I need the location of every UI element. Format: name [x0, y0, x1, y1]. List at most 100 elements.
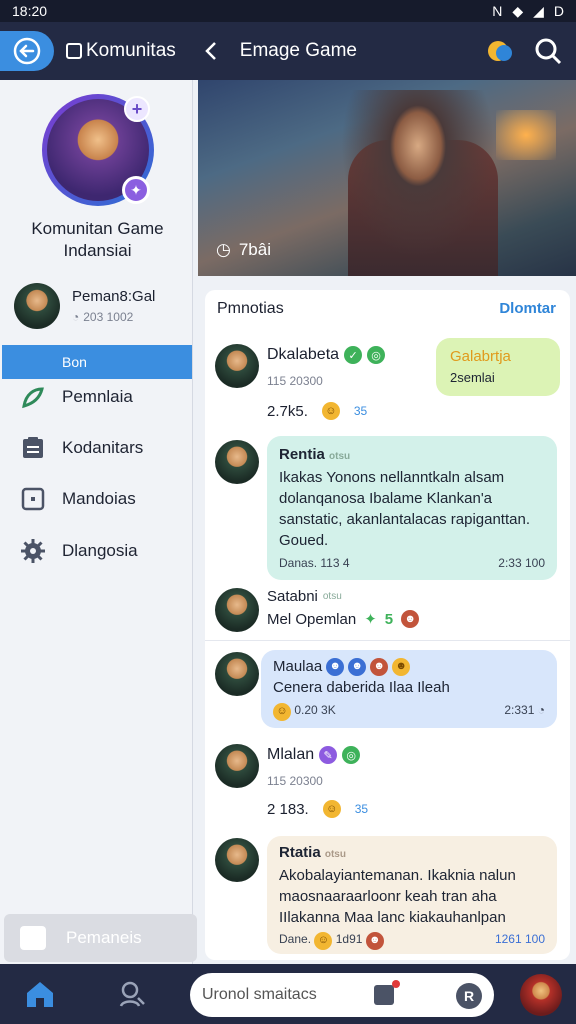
author-name: Rentia: [279, 446, 325, 463]
feed-link[interactable]: Dlomtar: [499, 300, 556, 317]
clock-icon: ◔: [72, 310, 80, 324]
badge-icon: ◎: [367, 346, 386, 364]
community-icon: [66, 43, 82, 59]
status-time: 18:20: [12, 3, 48, 19]
leaf-icon: [22, 387, 44, 409]
page-title: Emage Game: [239, 40, 358, 61]
emoji-icon: ☺: [273, 702, 291, 721]
message-time: 2:33 100: [498, 556, 545, 570]
message-avatar[interactable]: [215, 588, 259, 632]
bottom-avatar[interactable]: [520, 974, 562, 1016]
r-logo-icon[interactable]: R: [456, 983, 482, 1009]
message-meta-left: Dane.: [279, 932, 312, 946]
message-sub: 115 20300: [267, 774, 323, 788]
message-text: Ikakas Yonons nellanntkaln alsam dolanqa…: [279, 469, 530, 549]
emoji-icon: ☻: [365, 931, 384, 950]
message-bubble[interactable]: Galabrtja 2semlai: [436, 338, 560, 396]
message-avatar[interactable]: [215, 744, 259, 788]
clock-icon: ◔: [537, 703, 545, 717]
home-icon[interactable]: [24, 978, 56, 1010]
emoji-icon: ☻: [401, 610, 420, 628]
app-title-text: Komunitas: [86, 40, 176, 61]
sidebar-item-dlangosia[interactable]: Dlangosia: [20, 536, 190, 566]
chevron-left-icon[interactable]: [202, 39, 222, 63]
message-bubble[interactable]: Maulaa ☻ ☻ ☻ ☻ Cenera daberida Ilaa Ileah ☺ …: [261, 650, 557, 728]
divider: [205, 640, 570, 641]
timer-icon: ◷: [216, 240, 231, 259]
sidebar-item-pemnlaia[interactable]: Pemnlaia: [20, 382, 190, 412]
notification-dot-icon: [392, 980, 400, 988]
add-badge-icon[interactable]: +: [124, 96, 150, 122]
message-feed: Pmnotias Dlomtar Dkalabeta ✓ ◎ 115 20300 …: [205, 290, 570, 960]
bottom-nav: Uronol smaitacs R: [0, 964, 576, 1024]
banner-count-text: 7bâi: [238, 240, 271, 259]
search-placeholder: Uronol smaitacs: [202, 986, 317, 1003]
back-button[interactable]: [0, 31, 54, 71]
community-name: Komunitan Game Indansiai: [31, 219, 164, 260]
message-avatar[interactable]: [215, 440, 259, 484]
bubble-name: Galabrtja: [450, 348, 511, 365]
badge-icon: ☻: [392, 657, 411, 676]
message-sub: 115 20300: [267, 374, 323, 388]
user-profile[interactable]: Peman8:Gal ◔ 203 1002: [14, 280, 189, 332]
game-banner-image[interactable]: ◷ 7bâi: [198, 80, 576, 276]
search-input[interactable]: Uronol smaitacs R: [190, 973, 494, 1017]
banner-character: [328, 90, 508, 276]
emoji-icon: ☺: [314, 931, 333, 950]
signal-icon: ◢: [533, 2, 544, 19]
sidebar-item-kodanitars[interactable]: Kodanitars: [20, 433, 190, 463]
profile-icon[interactable]: [116, 978, 148, 1010]
app-title: Komunitas: [66, 40, 176, 62]
author-name: Dkalabeta: [267, 346, 340, 363]
message-bubble[interactable]: Rentia otsu Ikakas Yonons nellanntkaln a…: [267, 436, 557, 580]
sidebar-item-active[interactable]: Bon: [2, 345, 192, 379]
reaction-count: 35: [354, 802, 369, 816]
sidebar-item-label: Pemnlaia: [62, 387, 133, 406]
message-author: Dkalabeta ✓ ◎: [267, 346, 386, 364]
reaction-count: 35: [353, 404, 368, 418]
nfc-icon: N: [492, 3, 503, 19]
author-name: Mlalan: [267, 746, 315, 763]
notes-icon[interactable]: [374, 985, 394, 1005]
message-avatar[interactable]: [215, 344, 259, 388]
user-name: Peman8:Gal: [72, 288, 156, 305]
message-stats: 2 183. ☺ 35: [267, 800, 368, 818]
sidebar-item-label: Dlangosia: [62, 541, 138, 560]
message-stats: Mel Opemlan ✦ 5 ☻: [267, 610, 420, 628]
search-icon[interactable]: [534, 37, 562, 65]
emoji-icon: ☺: [321, 402, 340, 420]
message-avatar[interactable]: [215, 838, 259, 882]
message-text: Cenera daberida Ilaa Ileah: [273, 679, 450, 696]
sidebar-item-label: Kodanitars: [62, 438, 144, 457]
sidebar-item-active-label: Bon: [62, 354, 87, 370]
sidebar-item-mandoias[interactable]: Mandoias: [20, 484, 190, 514]
author-tag: otsu: [322, 591, 342, 602]
square-icon: [21, 487, 45, 511]
message-extra: 5: [384, 610, 394, 628]
message-author: Mlalan ✎ ◎: [267, 746, 361, 764]
user-avatar: [14, 283, 60, 329]
star-badge-icon: ✦: [122, 176, 150, 204]
message-meta-left: 0.20: [294, 703, 318, 717]
author-tag: otsu: [324, 849, 346, 860]
message-avatar[interactable]: [215, 652, 259, 696]
message-meta-left2: 1d91: [335, 932, 363, 946]
top-bar: Komunitas Emage Game: [0, 22, 576, 80]
folder-icon: [20, 926, 46, 950]
badge-icon: ✓: [344, 346, 363, 364]
message-stat: 2 183.: [267, 800, 309, 818]
author-tag: otsu: [329, 451, 351, 462]
message-text: Akobalayiantemanan. Ikaknia nalun maosna…: [279, 867, 516, 926]
sidebar-bottom-label: Pemaneis: [66, 928, 142, 947]
message-meta-left: Danas.: [279, 556, 318, 570]
badge-icon: ◎: [342, 746, 361, 764]
badge-icon: ☻: [326, 657, 345, 676]
back-arrow-icon: [13, 37, 41, 65]
author-name: Rtatia: [279, 844, 321, 861]
sidebar-bottom-button[interactable]: Pemaneis: [4, 914, 197, 962]
message-sub: Mel Opemlan: [267, 610, 357, 628]
author-name: Satabni: [267, 588, 318, 605]
badge-icon: ✎: [319, 746, 338, 764]
message-bubble[interactable]: Rtatia otsu Akobalayiantemanan. Ikaknia …: [267, 836, 557, 954]
game-controller-icon[interactable]: [486, 37, 514, 65]
